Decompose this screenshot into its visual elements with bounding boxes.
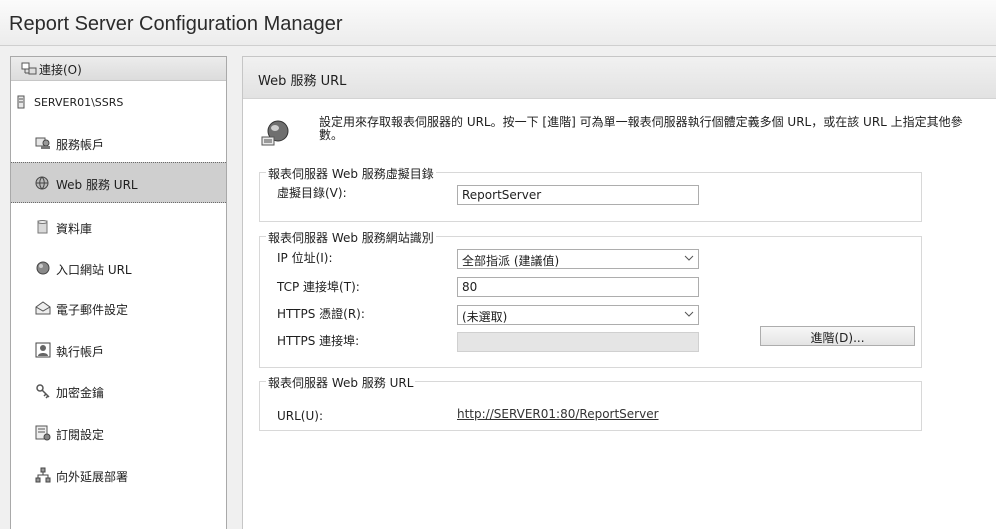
main-panel: Web 服務 URL 設定用來存取報表伺服器的 URL。按一下 [進階] 可為單… (242, 56, 996, 529)
sidebar-item-service-account[interactable]: 服務帳戶 (11, 123, 226, 163)
report-server-urls-group: 報表伺服器 Web 服務 URL URL(U): http://SERVER01… (259, 374, 922, 431)
email-icon (35, 301, 51, 315)
page-title: Web 服務 URL (258, 74, 347, 89)
ip-address-value: 全部指派 (建議值) (462, 254, 560, 268)
sidebar-item-label: 入口網站 URL (56, 263, 132, 277)
tcp-port-value: 80 (462, 280, 478, 294)
subscription-icon (35, 425, 51, 441)
sidebar-item-email-settings[interactable]: 電子郵件設定 (11, 288, 226, 328)
sidebar-item-execution-account[interactable]: 執行帳戶 (11, 330, 226, 370)
sidebar-item-label: 電子郵件設定 (56, 303, 129, 317)
group-legend: 報表伺服器 Web 服務虛擬目錄 (266, 165, 436, 182)
sidebar-item-database[interactable]: 資料庫 (11, 207, 226, 247)
ip-address-dropdown[interactable]: 全部指派 (建議值) (457, 249, 699, 269)
web-service-icon (35, 176, 49, 190)
sidebar-item-label: 服務帳戶 (56, 138, 105, 152)
connect-label: 連接(O) (39, 63, 82, 77)
https-port-input (457, 332, 699, 352)
group-legend: 報表伺服器 Web 服務網站識別 (266, 229, 436, 246)
https-certificate-dropdown[interactable]: (未選取) (457, 305, 699, 325)
connect-icon (21, 62, 37, 75)
tcp-port-input[interactable]: 80 (457, 277, 699, 297)
virtual-directory-group: 報表伺服器 Web 服務虛擬目錄 虛擬目錄(V): ReportServer (259, 165, 922, 222)
sidebar-item-scale-out-deployment[interactable]: 向外延展部署 (11, 455, 226, 495)
virtual-directory-input[interactable]: ReportServer (457, 185, 699, 205)
https-port-label: HTTPS 連接埠: (277, 334, 360, 348)
sidebar-item-label: 向外延展部署 (56, 470, 129, 484)
intro-text: 設定用來存取報表伺服器的 URL。按一下 [進階] 可為單一報表伺服器執行個體定… (319, 115, 963, 142)
scale-out-icon (35, 467, 51, 483)
sidebar-item-web-portal-url[interactable]: 入口網站 URL (11, 248, 226, 288)
sidebar-item-label: 資料庫 (56, 222, 93, 236)
sidebar-item-label: Web 服務 URL (56, 178, 138, 192)
https-certificate-label: HTTPS 憑證(R): (277, 307, 365, 321)
database-icon (37, 220, 48, 234)
group-legend: 報表伺服器 Web 服務 URL (266, 374, 416, 391)
service-account-icon (35, 137, 50, 149)
panel-header: Web 服務 URL (243, 57, 996, 99)
sidebar-item-label: 加密金鑰 (56, 386, 105, 400)
chevron-down-icon (684, 255, 694, 261)
tcp-port-label: TCP 連接埠(T): (277, 280, 360, 294)
title-bar: Report Server Configuration Manager (0, 0, 996, 46)
sidebar-item-label: 訂閱設定 (56, 428, 105, 442)
server-node[interactable]: SERVER01\SSRS (17, 95, 217, 111)
server-icon (17, 95, 25, 109)
site-identification-group: 報表伺服器 Web 服務網站識別 IP 位址(I): 全部指派 (建議值) TC… (259, 229, 922, 368)
execution-account-icon (35, 342, 51, 358)
sidebar-item-encryption-keys[interactable]: 加密金鑰 (11, 371, 226, 411)
web-portal-icon (36, 261, 50, 275)
window-title: Report Server Configuration Manager (9, 13, 343, 35)
ip-address-label: IP 位址(I): (277, 251, 333, 265)
virtual-directory-label: 虛擬目錄(V): (277, 186, 347, 200)
sidebar: 連接(O) SERVER01\SSRS 服務帳戶 Web 服務 URL 資料庫 (10, 56, 227, 529)
https-certificate-value: (未選取) (462, 310, 508, 324)
encryption-keys-icon (36, 384, 50, 399)
sidebar-item-label: 執行帳戶 (56, 345, 105, 359)
web-service-globe-icon (261, 120, 289, 146)
connect-button[interactable]: 連接(O) (11, 57, 226, 81)
url-label: URL(U): (277, 409, 323, 423)
server-name: SERVER01\SSRS (34, 96, 124, 109)
advanced-button[interactable]: 進階(D)... (760, 326, 915, 346)
sidebar-item-subscription-settings[interactable]: 訂閱設定 (11, 413, 226, 453)
report-server-url-link[interactable]: http://SERVER01:80/ReportServer (457, 407, 659, 421)
chevron-down-icon (684, 311, 694, 317)
virtual-directory-value: ReportServer (462, 188, 542, 202)
sidebar-item-web-service-url[interactable]: Web 服務 URL (11, 162, 226, 203)
